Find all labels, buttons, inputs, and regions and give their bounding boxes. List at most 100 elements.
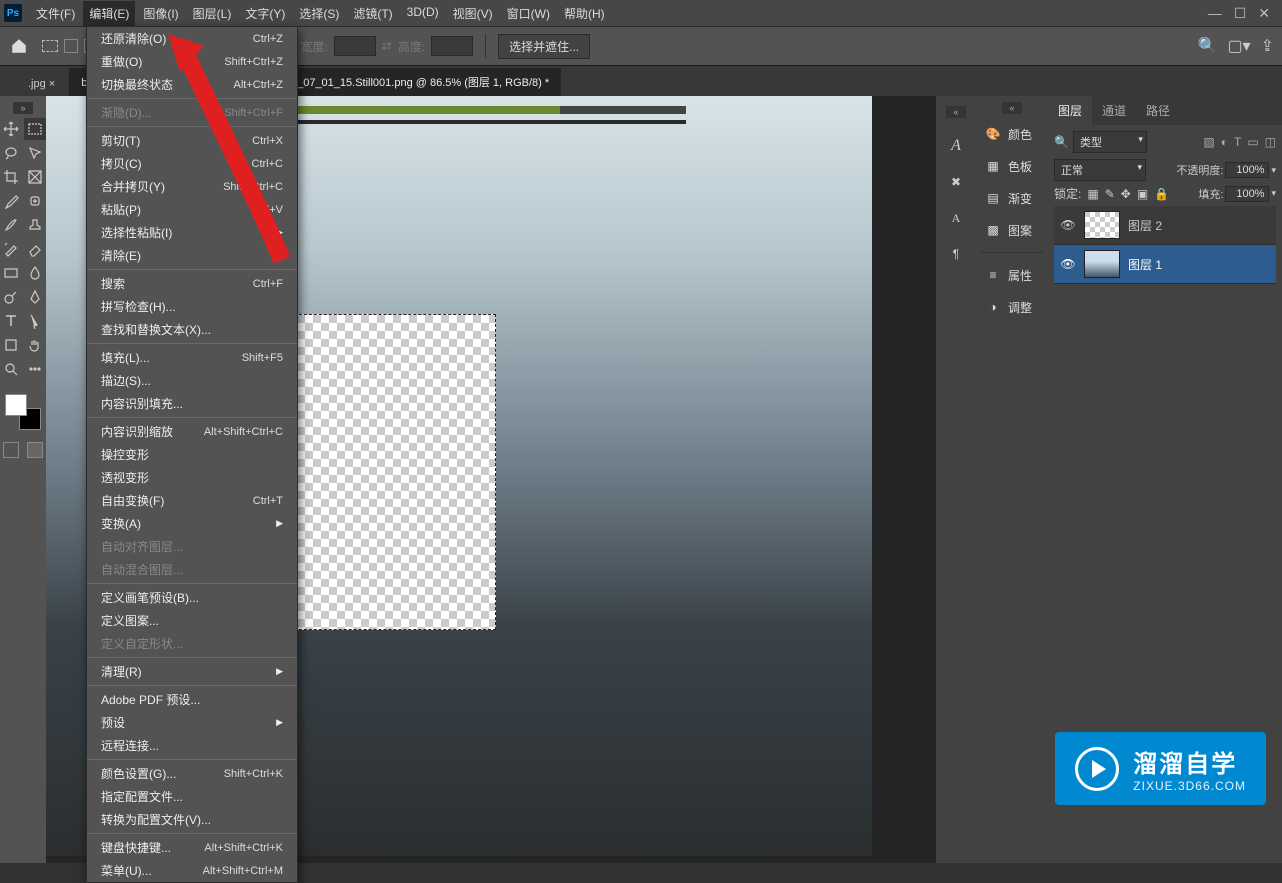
marquee-tool-icon[interactable] xyxy=(24,118,46,140)
layer-row[interactable]: 👁图层 2 xyxy=(1054,206,1276,245)
menu-item[interactable]: 剪切(T)Ctrl+X xyxy=(87,129,297,152)
menu-item[interactable]: 转换为配置文件(V)... xyxy=(87,808,297,831)
menu-item[interactable]: 查找和替换文本(X)... xyxy=(87,318,297,341)
gradient-tool-icon[interactable] xyxy=(0,262,22,284)
eyedropper-tool-icon[interactable] xyxy=(0,190,22,212)
menu-0[interactable]: 文件(F) xyxy=(30,1,81,26)
select-and-mask-button[interactable]: 选择并遮住... xyxy=(498,34,590,59)
edit-toolbar-icon[interactable] xyxy=(24,358,46,380)
menu-item[interactable]: 还原清除(O)Ctrl+Z xyxy=(87,27,297,50)
hand-tool-icon[interactable] xyxy=(24,334,46,356)
menu-item[interactable]: 定义图案... xyxy=(87,609,297,632)
panel-shortcut[interactable]: ◑调整 xyxy=(976,291,1048,323)
filter-text-icon[interactable]: T xyxy=(1234,135,1241,149)
glyphs-panel-icon[interactable]: A xyxy=(944,206,968,230)
stamp-tool-icon[interactable] xyxy=(24,214,46,236)
filter-type-dropdown[interactable]: 类型 xyxy=(1073,131,1147,153)
blur-tool-icon[interactable] xyxy=(24,262,46,284)
frame-tool-icon[interactable] xyxy=(24,166,46,188)
menu-item[interactable]: 透视变形 xyxy=(87,466,297,489)
menu-2[interactable]: 图像(I) xyxy=(137,1,184,26)
menu-item[interactable]: 拼写检查(H)... xyxy=(87,295,297,318)
minimize-icon[interactable]: — xyxy=(1208,5,1222,22)
color-swatches[interactable] xyxy=(5,394,41,430)
layer-thumbnail[interactable] xyxy=(1084,211,1120,239)
foreground-swatch[interactable] xyxy=(5,394,27,416)
panel-shortcut[interactable]: ▤渐变 xyxy=(976,182,1048,214)
layer-row[interactable]: 👁图层 1 xyxy=(1054,245,1276,284)
menu-10[interactable]: 帮助(H) xyxy=(558,1,611,26)
panel-shortcut[interactable]: ▩图案 xyxy=(976,214,1048,246)
menu-3[interactable]: 图层(L) xyxy=(187,1,238,26)
panel-tab[interactable]: 路径 xyxy=(1136,96,1180,125)
menu-item[interactable]: 选择性粘贴(I)▶ xyxy=(87,221,297,244)
tool-presets-icon[interactable]: ✖ xyxy=(944,170,968,194)
dodge-tool-icon[interactable] xyxy=(0,286,22,308)
sel-mode-new-icon[interactable] xyxy=(64,39,78,53)
expand-icon[interactable]: « xyxy=(946,106,966,118)
menu-item[interactable]: 预设▶ xyxy=(87,711,297,734)
menu-item[interactable]: 颜色设置(G)...Shift+Ctrl+K xyxy=(87,762,297,785)
lock-artboard-icon[interactable]: ▣ xyxy=(1137,187,1148,201)
menu-8[interactable]: 视图(V) xyxy=(447,1,499,26)
menu-item[interactable]: 变换(A)▶ xyxy=(87,512,297,535)
menu-item[interactable]: 操控变形 xyxy=(87,443,297,466)
brush-tool-icon[interactable] xyxy=(0,214,22,236)
paragraph-panel-icon[interactable]: ¶ xyxy=(944,242,968,266)
menu-7[interactable]: 3D(D) xyxy=(401,1,445,26)
text-tool-icon[interactable] xyxy=(0,310,22,332)
menu-item[interactable]: 填充(L)...Shift+F5 xyxy=(87,346,297,369)
quick-select-tool-icon[interactable] xyxy=(24,142,46,164)
panel-shortcut[interactable]: ▦色板 xyxy=(976,150,1048,182)
menu-item[interactable]: 搜索Ctrl+F xyxy=(87,272,297,295)
lock-all-icon[interactable]: 🔒 xyxy=(1154,187,1169,201)
pen-tool-icon[interactable] xyxy=(24,286,46,308)
marquee-tool-icon[interactable] xyxy=(42,40,58,52)
panel-tab[interactable]: 图层 xyxy=(1048,96,1092,125)
opacity-input[interactable]: 100% xyxy=(1225,162,1269,178)
lasso-tool-icon[interactable] xyxy=(0,142,22,164)
screenmode-icon[interactable] xyxy=(27,442,43,458)
menu-item[interactable]: 重做(O)Shift+Ctrl+Z xyxy=(87,50,297,73)
lock-brush-icon[interactable]: ✎ xyxy=(1105,187,1115,201)
menu-5[interactable]: 选择(S) xyxy=(293,1,345,26)
history-brush-icon[interactable] xyxy=(0,238,22,260)
document-tab[interactable]: .jpg × xyxy=(16,72,67,96)
move-tool-icon[interactable] xyxy=(0,118,22,140)
menu-item[interactable]: 远程连接... xyxy=(87,734,297,757)
menu-6[interactable]: 滤镜(T) xyxy=(347,1,398,26)
menu-item[interactable]: 自由变换(F)Ctrl+T xyxy=(87,489,297,512)
menu-item[interactable]: 粘贴(P)Ctrl+V xyxy=(87,198,297,221)
menu-item[interactable]: 定义画笔预设(B)... xyxy=(87,586,297,609)
menu-item[interactable]: 内容识别缩放Alt+Shift+Ctrl+C xyxy=(87,420,297,443)
fill-input[interactable]: 100% xyxy=(1225,186,1269,202)
visibility-icon[interactable]: 👁 xyxy=(1060,218,1076,232)
panel-shortcut[interactable]: 🎨颜色 xyxy=(976,118,1048,150)
layer-thumbnail[interactable] xyxy=(1084,250,1120,278)
character-panel-icon[interactable]: A xyxy=(944,134,968,158)
menu-item[interactable]: 键盘快捷键...Alt+Shift+Ctrl+K xyxy=(87,836,297,859)
quickmask-icon[interactable] xyxy=(3,442,19,458)
menu-item[interactable]: 合并拷贝(Y)Shift+Ctrl+C xyxy=(87,175,297,198)
search-icon[interactable]: 🔍 xyxy=(1198,36,1218,56)
heal-tool-icon[interactable] xyxy=(24,190,46,212)
menu-item[interactable]: 菜单(U)...Alt+Shift+Ctrl+M xyxy=(87,859,297,882)
share-icon[interactable]: ⇪ xyxy=(1261,36,1274,56)
workspace-icon[interactable]: ▢▾ xyxy=(1227,36,1250,56)
panel-tab[interactable]: 通道 xyxy=(1092,96,1136,125)
lock-position-icon[interactable]: ✥ xyxy=(1121,187,1131,201)
filter-smart-icon[interactable]: ◫ xyxy=(1265,135,1276,149)
menu-item[interactable]: 拷贝(C)Ctrl+C xyxy=(87,152,297,175)
filter-pixel-icon[interactable]: ▧ xyxy=(1203,135,1214,149)
path-select-tool-icon[interactable] xyxy=(24,310,46,332)
expand-icon[interactable]: « xyxy=(1002,102,1022,114)
blend-mode-dropdown[interactable]: 正常 xyxy=(1054,159,1146,181)
menu-item[interactable]: 切换最终状态Alt+Ctrl+Z xyxy=(87,73,297,96)
maximize-icon[interactable]: ☐ xyxy=(1234,5,1247,22)
zoom-tool-icon[interactable] xyxy=(0,358,22,380)
menu-item[interactable]: 内容识别填充... xyxy=(87,392,297,415)
panel-shortcut[interactable]: ≡属性 xyxy=(976,259,1048,291)
menu-item[interactable]: 清除(E) xyxy=(87,244,297,267)
menu-4[interactable]: 文字(Y) xyxy=(239,1,291,26)
crop-tool-icon[interactable] xyxy=(0,166,22,188)
